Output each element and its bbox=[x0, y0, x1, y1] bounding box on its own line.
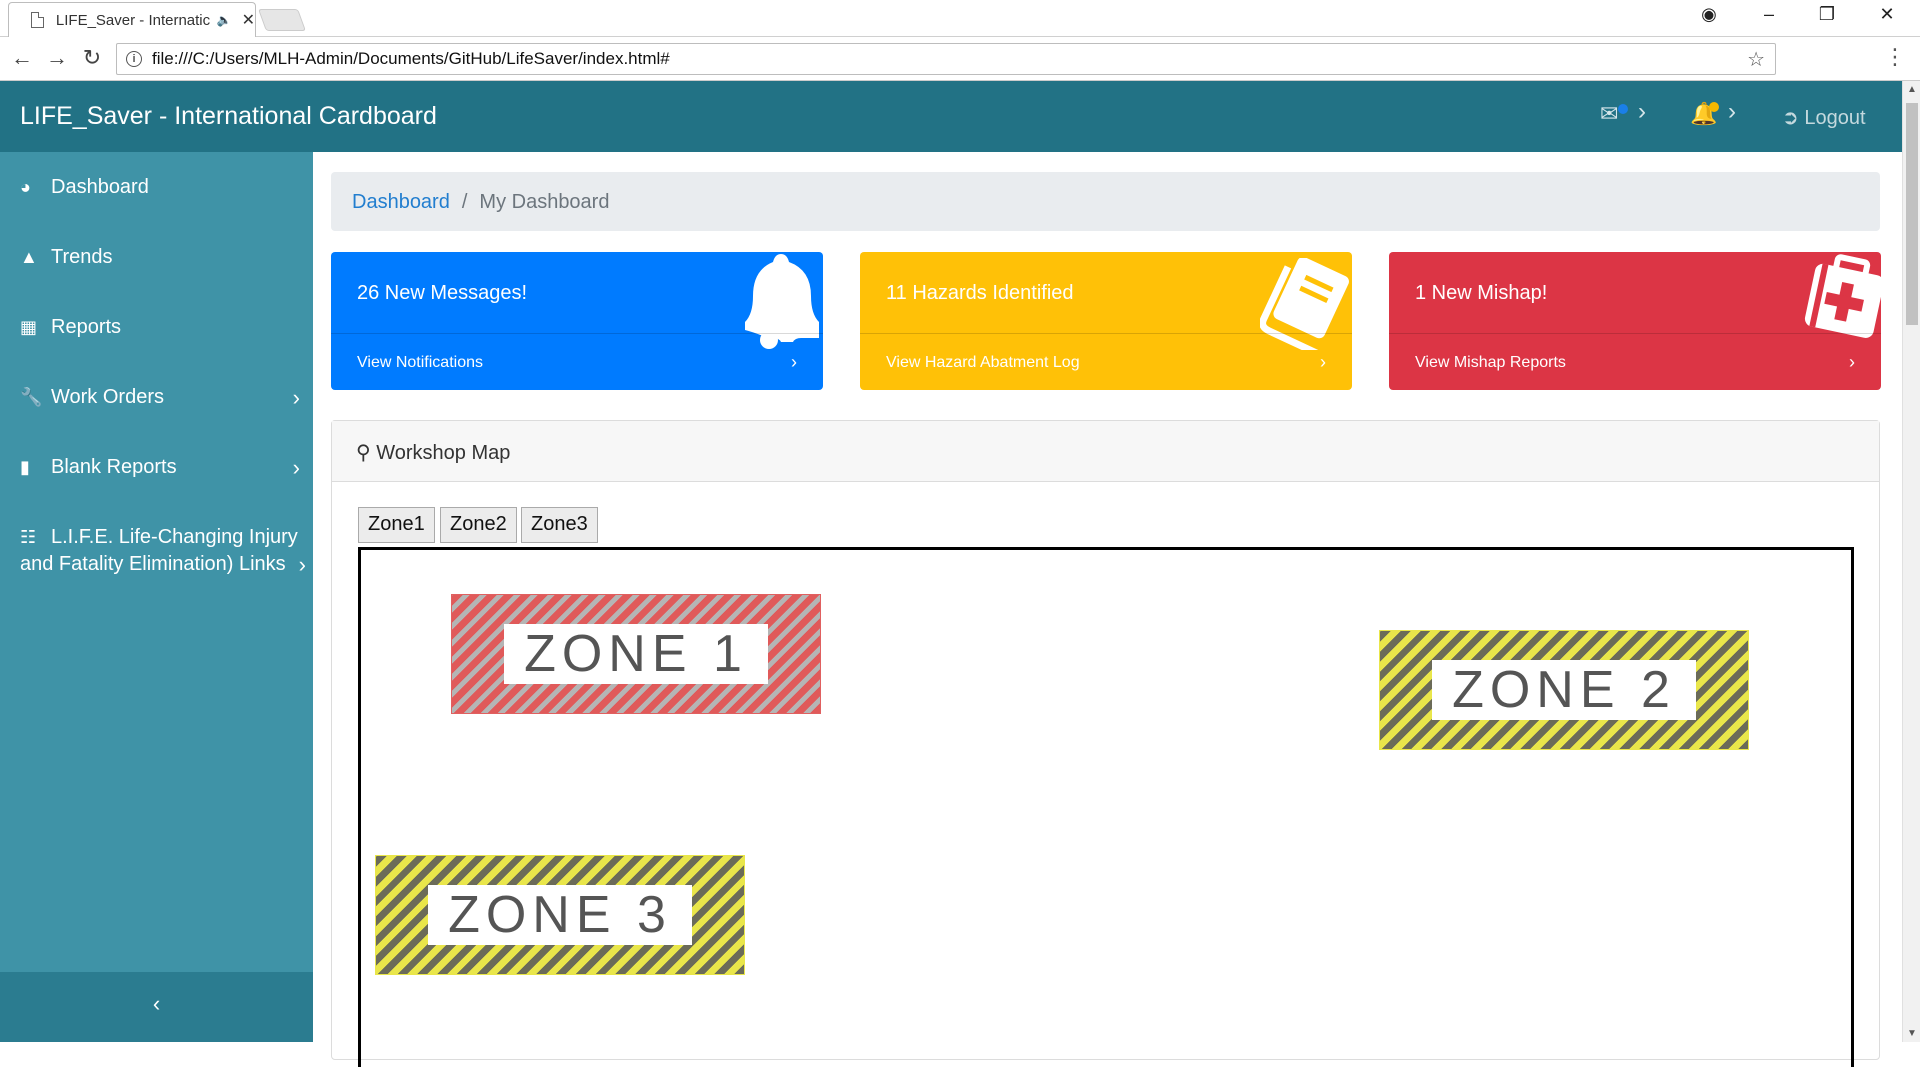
logout-button[interactable]: ➲ Logout bbox=[1782, 105, 1866, 130]
wrench-icon: 🔧 bbox=[20, 387, 43, 407]
view-notifications-label: View Notifications bbox=[357, 354, 483, 371]
chevron-right-icon: › bbox=[298, 552, 306, 577]
sidebar-item-label-line1: ☷ L.I.F.E. Life-Changing Injury bbox=[20, 526, 298, 549]
forward-icon[interactable]: → bbox=[42, 45, 72, 71]
zone-3-area[interactable]: ZONE 3 bbox=[375, 855, 745, 975]
messages-card: 26 New Messages! View Notifications › bbox=[331, 252, 823, 390]
address-row: ← → ↻ i file:///C:/Users/MLH-Admin/Docum… bbox=[0, 37, 1920, 81]
file-icon: ▮ bbox=[20, 457, 30, 477]
sidebar-item-dashboard[interactable]: ◕ Dashboard bbox=[20, 176, 300, 199]
sidebar-item-work-orders[interactable]: 🔧 Work Orders › bbox=[20, 384, 300, 410]
workshop-map-header: ⚲ Workshop Map bbox=[332, 421, 1879, 482]
view-notifications-link[interactable]: View Notifications › bbox=[331, 333, 823, 390]
area-chart-icon: ▲ bbox=[20, 247, 38, 267]
sidebar-item-label: Work Orders bbox=[51, 386, 164, 408]
view-hazard-log-link[interactable]: View Hazard Abatment Log › bbox=[860, 333, 1352, 390]
workshop-map-canvas[interactable]: ZONE 1 ZONE 2 ZONE 3 bbox=[358, 547, 1854, 1067]
zone-2-label: ZONE 2 bbox=[1432, 660, 1696, 720]
logout-label: Logout bbox=[1804, 107, 1866, 129]
sidebar-collapse-button[interactable]: ‹ bbox=[0, 972, 313, 1042]
chevron-left-icon: ‹ bbox=[152, 991, 161, 1016]
envelope-icon[interactable]: ✉ bbox=[1600, 101, 1618, 127]
sidebar-item-trends[interactable]: ▲ Trends bbox=[20, 246, 300, 269]
mishap-card: 1 New Mishap! View Mishap Reports › bbox=[1389, 252, 1881, 390]
view-mishap-reports-label: View Mishap Reports bbox=[1415, 354, 1566, 371]
chevron-right-icon: › bbox=[292, 454, 300, 480]
minimize-button[interactable]: – bbox=[1746, 4, 1792, 25]
tab-zone3[interactable]: Zone3 bbox=[521, 507, 598, 543]
url-text[interactable]: file:///C:/Users/MLH-Admin/Documents/Git… bbox=[152, 49, 670, 69]
browser-chrome: LIFE_Saver - Internatic 🔈 ✕ ◉ – ❐ ✕ ← → … bbox=[0, 0, 1920, 81]
info-icon[interactable]: i bbox=[126, 51, 142, 67]
scroll-up-icon[interactable]: ▲ bbox=[1907, 84, 1917, 95]
new-tab-button[interactable] bbox=[257, 9, 307, 31]
mail-indicator-dot bbox=[1618, 104, 1628, 114]
hazards-card: 11 Hazards Identified View Hazard Abatme… bbox=[860, 252, 1352, 390]
sidebar-item-label: Blank Reports bbox=[51, 456, 177, 478]
tab-title: LIFE_Saver - Internatic bbox=[55, 11, 211, 29]
map-marker-icon: ⚲ bbox=[356, 442, 371, 464]
chevron-right-icon: › bbox=[292, 384, 300, 410]
scroll-down-icon[interactable]: ▼ bbox=[1907, 1028, 1917, 1039]
workshop-map-title: Workshop Map bbox=[376, 442, 511, 464]
zone-3-label: ZONE 3 bbox=[428, 885, 692, 945]
sidebar-item-label: Trends bbox=[51, 246, 113, 268]
hazards-card-title: 11 Hazards Identified bbox=[886, 282, 1074, 304]
browser-menu-icon[interactable]: ⋮ bbox=[1884, 44, 1906, 70]
chevron-right-icon: › bbox=[1849, 352, 1855, 372]
messages-card-title: 26 New Messages! bbox=[357, 282, 528, 304]
bookmark-star-icon[interactable]: ☆ bbox=[1747, 47, 1765, 72]
zone-2-area[interactable]: ZONE 2 bbox=[1379, 630, 1749, 750]
profile-icon[interactable]: ◉ bbox=[1686, 4, 1732, 25]
bell-chevron-icon[interactable]: › bbox=[1728, 98, 1736, 126]
close-tab-icon[interactable]: ✕ bbox=[242, 10, 255, 30]
page-icon bbox=[31, 12, 44, 28]
mail-chevron-icon[interactable]: › bbox=[1638, 98, 1646, 126]
chevron-right-icon: › bbox=[1320, 352, 1326, 372]
page-scrollbar[interactable]: ▲ ▼ bbox=[1902, 81, 1920, 1042]
tab-zone2[interactable]: Zone2 bbox=[440, 507, 517, 543]
brand-title[interactable]: LIFE_Saver - International Cardboard bbox=[20, 102, 437, 131]
view-hazard-log-label: View Hazard Abatment Log bbox=[886, 354, 1080, 371]
tab-strip: LIFE_Saver - Internatic 🔈 ✕ ◉ – ❐ ✕ bbox=[0, 0, 1920, 37]
sidebar-item-blank-reports[interactable]: ▮ Blank Reports › bbox=[20, 454, 300, 480]
close-window-button[interactable]: ✕ bbox=[1864, 4, 1910, 25]
restore-button[interactable]: ❐ bbox=[1804, 4, 1850, 25]
breadcrumb-separator: / bbox=[461, 191, 468, 213]
view-mishap-reports-link[interactable]: View Mishap Reports › bbox=[1389, 333, 1881, 390]
bell-indicator-dot bbox=[1709, 102, 1719, 112]
reload-icon[interactable]: ↻ bbox=[77, 45, 107, 71]
tab-zone1[interactable]: Zone1 bbox=[358, 507, 435, 543]
back-icon[interactable]: ← bbox=[7, 45, 37, 71]
table-icon: ▦ bbox=[20, 317, 38, 337]
life-links-line2: and Fatality Elimination) Links bbox=[20, 553, 286, 575]
sidebar-item-reports[interactable]: ▦ Reports bbox=[20, 316, 300, 339]
zone-1-label: ZONE 1 bbox=[504, 624, 768, 684]
breadcrumb-dashboard-link[interactable]: Dashboard bbox=[352, 191, 450, 213]
chevron-right-icon: › bbox=[791, 352, 797, 372]
top-navbar: LIFE_Saver - International Cardboard ✉ ›… bbox=[0, 81, 1902, 152]
scrollbar-thumb[interactable] bbox=[1906, 103, 1918, 325]
speaker-icon[interactable]: 🔈 bbox=[217, 13, 232, 27]
breadcrumb-current: My Dashboard bbox=[479, 191, 610, 213]
breadcrumb: Dashboard / My Dashboard bbox=[331, 172, 1880, 231]
sidebar-item-life-links[interactable]: ☷ L.I.F.E. Life-Changing Injury and Fatal… bbox=[20, 526, 306, 577]
life-links-line1: L.I.F.E. Life-Changing Injury bbox=[51, 526, 298, 548]
sign-out-icon: ➲ bbox=[1782, 107, 1805, 129]
dashboard-icon: ◕ bbox=[20, 177, 31, 197]
sidebar-item-label: Dashboard bbox=[51, 176, 149, 198]
browser-tab[interactable]: LIFE_Saver - Internatic 🔈 ✕ bbox=[8, 2, 256, 37]
sidebar: ◕ Dashboard ▲ Trends ▦ Reports 🔧 Work Or… bbox=[0, 152, 313, 1042]
sidebar-item-label: Reports bbox=[51, 316, 122, 338]
address-bar[interactable]: i file:///C:/Users/MLH-Admin/Documents/G… bbox=[116, 43, 1776, 75]
workshop-map-card: ⚲ Workshop Map Zone1 Zone2 Zone3 ZONE 1 … bbox=[331, 420, 1880, 1067]
mishap-card-title: 1 New Mishap! bbox=[1415, 282, 1548, 304]
sitemap-icon: ☷ bbox=[20, 527, 37, 547]
zone-1-area[interactable]: ZONE 1 bbox=[451, 594, 821, 714]
